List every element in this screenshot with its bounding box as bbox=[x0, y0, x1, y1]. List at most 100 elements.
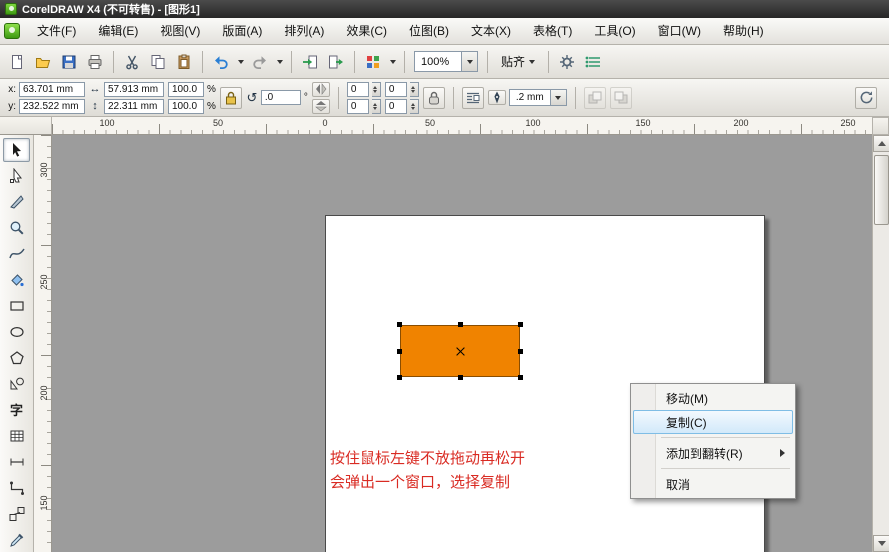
open-button[interactable] bbox=[31, 50, 55, 74]
selection-handle[interactable] bbox=[458, 322, 463, 327]
corner-radius-br-field[interactable]: 0 bbox=[385, 99, 407, 114]
rectangle-tool-button[interactable] bbox=[3, 294, 30, 318]
scrollbar-thumb[interactable] bbox=[874, 155, 889, 225]
mirror-horizontal-button[interactable] bbox=[312, 82, 330, 97]
blend-tool-button[interactable] bbox=[3, 502, 30, 526]
undo-dropdown-button[interactable] bbox=[235, 50, 246, 74]
drawing-area[interactable]: 按住鼠标左键不放拖动再松开 会弹出一个窗口，选择复制 移动(M) 复制(C) 添… bbox=[52, 135, 872, 552]
submenu-arrow-icon bbox=[780, 449, 785, 457]
context-menu-item-add-to-rollover[interactable]: 添加到翻转(R) bbox=[633, 441, 793, 465]
menu-tools[interactable]: 工具(O) bbox=[583, 18, 646, 44]
round-corners-together-button[interactable] bbox=[423, 87, 445, 109]
selection-handle[interactable] bbox=[397, 375, 402, 380]
selection-handle[interactable] bbox=[397, 322, 402, 327]
basic-shapes-tool-button[interactable] bbox=[3, 372, 30, 396]
outline-pen-button[interactable] bbox=[488, 90, 506, 105]
selection-handle[interactable] bbox=[518, 375, 523, 380]
scroll-up-button[interactable] bbox=[873, 135, 889, 152]
menu-bitmaps[interactable]: 位图(B) bbox=[398, 18, 460, 44]
object-width-field[interactable]: 57.913 mm bbox=[104, 82, 164, 97]
menu-text[interactable]: 文本(X) bbox=[460, 18, 522, 44]
freehand-tool-button[interactable] bbox=[3, 242, 30, 266]
corner-radius-tr-field[interactable]: 0 bbox=[385, 82, 407, 97]
menu-effects[interactable]: 效果(C) bbox=[335, 18, 398, 44]
menu-layout[interactable]: 版面(A) bbox=[211, 18, 273, 44]
table-tool-button[interactable] bbox=[3, 424, 30, 448]
outline-width-combobox[interactable]: .2 mm bbox=[509, 89, 567, 106]
outline-width-dropdown-button[interactable] bbox=[550, 90, 566, 105]
shape-tool-button[interactable] bbox=[3, 164, 30, 188]
wrap-text-button[interactable] bbox=[462, 87, 484, 109]
redo-dropdown-button[interactable] bbox=[274, 50, 285, 74]
text-tool-button[interactable]: 字 bbox=[3, 398, 30, 422]
cut-button[interactable] bbox=[120, 50, 144, 74]
options-button[interactable] bbox=[555, 50, 579, 74]
spinner[interactable] bbox=[410, 82, 419, 97]
rotation-angle-field[interactable]: .0 bbox=[261, 90, 301, 105]
eyedropper-tool-button[interactable] bbox=[3, 528, 30, 552]
paste-button[interactable] bbox=[172, 50, 196, 74]
vertical-ruler[interactable]: 300 250 200 150 bbox=[34, 135, 52, 552]
zoom-dropdown-button[interactable] bbox=[461, 52, 477, 71]
menu-file[interactable]: 文件(F) bbox=[26, 18, 87, 44]
zoom-level-combobox[interactable]: 100% bbox=[414, 51, 478, 72]
spinner[interactable] bbox=[372, 82, 381, 97]
selection-handle[interactable] bbox=[397, 349, 402, 354]
redo-button[interactable] bbox=[248, 50, 272, 74]
selection-handle[interactable] bbox=[518, 322, 523, 327]
vertical-scrollbar[interactable] bbox=[872, 135, 889, 552]
scale-horizontal-field[interactable]: 100.0 bbox=[168, 82, 204, 97]
convert-to-curves-button[interactable] bbox=[855, 87, 877, 109]
menu-table[interactable]: 表格(T) bbox=[522, 18, 583, 44]
ellipse-tool-button[interactable] bbox=[3, 320, 30, 344]
selected-rectangle-object[interactable] bbox=[400, 325, 520, 377]
menu-help[interactable]: 帮助(H) bbox=[712, 18, 775, 44]
dimension-tool-button[interactable] bbox=[3, 450, 30, 474]
guidelines-button[interactable] bbox=[581, 50, 605, 74]
smart-fill-tool-button[interactable] bbox=[3, 268, 30, 292]
print-button[interactable] bbox=[83, 50, 107, 74]
spinner[interactable] bbox=[372, 99, 381, 114]
menu-window[interactable]: 窗口(W) bbox=[647, 18, 712, 44]
new-document-button[interactable] bbox=[5, 50, 29, 74]
context-menu-item-copy[interactable]: 复制(C) bbox=[633, 410, 793, 434]
pick-tool-button[interactable] bbox=[3, 138, 30, 162]
ruler-number: 300 bbox=[39, 161, 49, 179]
import-button[interactable] bbox=[298, 50, 322, 74]
ruler-number: 50 bbox=[213, 118, 223, 128]
context-menu-item-move[interactable]: 移动(M) bbox=[633, 386, 793, 410]
export-button[interactable] bbox=[324, 50, 348, 74]
menu-edit[interactable]: 编辑(E) bbox=[87, 18, 149, 44]
selection-handle[interactable] bbox=[458, 375, 463, 380]
corner-radius-tl-field[interactable]: 0 bbox=[347, 82, 369, 97]
crop-tool-button[interactable] bbox=[3, 190, 30, 214]
undo-button[interactable] bbox=[209, 50, 233, 74]
mirror-vertical-button[interactable] bbox=[312, 99, 330, 114]
application-launcher-button[interactable] bbox=[361, 50, 385, 74]
polygon-tool-button[interactable] bbox=[3, 346, 30, 370]
launcher-dropdown-button[interactable] bbox=[387, 50, 398, 74]
ruler-origin-box[interactable] bbox=[0, 117, 52, 135]
scale-vertical-field[interactable]: 100.0 bbox=[168, 99, 204, 114]
y-position-field[interactable]: 232.522 mm bbox=[19, 99, 85, 114]
save-button[interactable] bbox=[57, 50, 81, 74]
object-height-field[interactable]: 22.311 mm bbox=[104, 99, 164, 114]
lock-ratio-button[interactable] bbox=[220, 87, 242, 109]
horizontal-ruler[interactable]: 100 50 0 50 100 150 200 250 bbox=[52, 117, 872, 135]
object-center-marker[interactable] bbox=[456, 347, 465, 356]
selection-handle[interactable] bbox=[518, 349, 523, 354]
zoom-tool-button[interactable] bbox=[3, 216, 30, 240]
spinner[interactable] bbox=[410, 99, 419, 114]
snap-to-button[interactable]: 贴齐 bbox=[494, 51, 542, 73]
x-position-field[interactable]: 63.701 mm bbox=[19, 82, 85, 97]
menu-arrange[interactable]: 排列(A) bbox=[273, 18, 335, 44]
to-front-button[interactable] bbox=[584, 87, 606, 109]
to-back-button[interactable] bbox=[610, 87, 632, 109]
scroll-down-button[interactable] bbox=[873, 535, 889, 552]
connector-tool-button[interactable] bbox=[3, 476, 30, 500]
smart-fill-icon bbox=[9, 272, 25, 288]
menu-view[interactable]: 视图(V) bbox=[149, 18, 211, 44]
corner-radius-bl-field[interactable]: 0 bbox=[347, 99, 369, 114]
context-menu-item-cancel[interactable]: 取消 bbox=[633, 472, 793, 496]
copy-button[interactable] bbox=[146, 50, 170, 74]
